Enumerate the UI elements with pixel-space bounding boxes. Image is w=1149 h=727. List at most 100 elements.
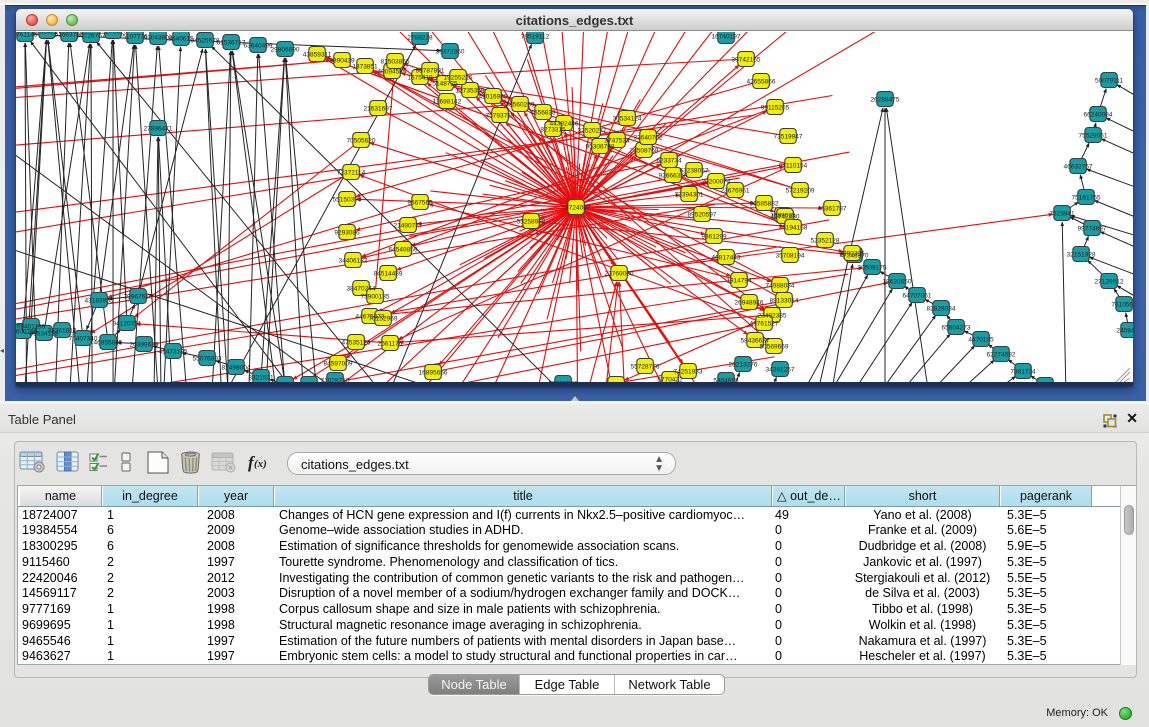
svg-text:27129912: 27129912 [1095, 279, 1124, 286]
svg-text:71028710: 71028710 [321, 378, 350, 382]
svg-text:75181765: 75181765 [1072, 195, 1101, 202]
svg-text:92666356: 92666356 [659, 173, 688, 180]
svg-text:5148725: 5148725 [432, 81, 458, 88]
svg-text:74988034: 74988034 [766, 283, 795, 290]
svg-text:41473195: 41473195 [159, 349, 188, 356]
svg-text:65804273: 65804273 [942, 325, 971, 332]
svg-text:70152969: 70152969 [369, 316, 398, 323]
svg-text:1675419: 1675419 [407, 75, 433, 82]
svg-text:95306788: 95306788 [586, 144, 615, 151]
svg-text:89520597: 89520597 [688, 212, 717, 219]
svg-text:42016960: 42016960 [479, 94, 508, 101]
svg-text:53258988: 53258988 [517, 219, 546, 226]
svg-text:9667566: 9667566 [407, 200, 433, 207]
svg-text:46361787: 46361787 [818, 206, 847, 213]
svg-text:99774697: 99774697 [1078, 226, 1107, 233]
svg-text:39372360: 39372360 [436, 49, 465, 56]
svg-text:30509175: 30509175 [858, 265, 887, 272]
svg-text:33640702: 33640702 [634, 135, 663, 142]
svg-text:(x): (x) [254, 458, 267, 470]
svg-text:52352128: 52352128 [811, 238, 840, 245]
svg-text:39742165: 39742165 [732, 57, 761, 64]
svg-text:79519112: 79519112 [521, 34, 550, 41]
svg-text:99115205: 99115205 [761, 105, 790, 112]
svg-text:27896471: 27896471 [144, 126, 173, 133]
svg-text:11698142: 11698142 [433, 99, 462, 106]
svg-text:32151928: 32151928 [1067, 252, 1096, 259]
svg-text:38470244: 38470244 [347, 286, 376, 293]
svg-text:19255216: 19255216 [444, 75, 473, 82]
svg-text:57219209: 57219209 [786, 188, 815, 195]
svg-text:2561176: 2561176 [378, 341, 403, 348]
svg-text:46632757: 46632757 [1064, 164, 1093, 171]
svg-text:9990305: 9990305 [839, 251, 865, 258]
svg-text:34391257: 34391257 [766, 367, 795, 374]
svg-text:98787891: 98787891 [416, 68, 445, 75]
svg-text:4470105: 4470105 [968, 337, 994, 344]
svg-text:46855845: 46855845 [94, 340, 123, 347]
svg-text:23769080: 23769080 [605, 271, 634, 278]
svg-text:7523941: 7523941 [1049, 211, 1075, 218]
svg-text:35708194: 35708194 [776, 253, 805, 260]
svg-text:8273315: 8273315 [540, 127, 566, 134]
svg-text:7381734: 7381734 [1010, 369, 1036, 376]
svg-text:5364698: 5364698 [713, 378, 739, 382]
svg-text:49761527: 49761527 [750, 321, 779, 328]
svg-text:43859311: 43859311 [303, 52, 332, 59]
svg-text:23492385: 23492385 [758, 313, 787, 320]
svg-text:73900135: 73900135 [361, 294, 390, 301]
svg-text:32520277: 32520277 [578, 128, 607, 135]
svg-text:5770422: 5770422 [657, 377, 683, 382]
svg-text:26948946: 26948946 [735, 300, 764, 307]
svg-text:50569669: 50569669 [760, 344, 789, 351]
svg-text:66240084: 66240084 [1084, 112, 1113, 119]
svg-text:43183955: 43183955 [85, 298, 114, 305]
svg-text:29806690: 29806690 [271, 47, 300, 54]
svg-text:43742830: 43742830 [771, 214, 800, 221]
svg-text:84514489: 84514489 [374, 271, 403, 278]
svg-text:2408404: 2408404 [1116, 328, 1133, 335]
svg-text:67110154: 67110154 [779, 163, 808, 170]
svg-text:42655866: 42655866 [747, 79, 776, 86]
svg-text:30534124: 30534124 [613, 116, 642, 123]
svg-text:3321531: 3321531 [248, 375, 274, 382]
svg-text:72372114: 72372114 [337, 170, 366, 177]
svg-text:64707061: 64707061 [903, 293, 932, 300]
svg-text:24508768: 24508768 [630, 148, 659, 155]
svg-text:9961299: 9961299 [701, 234, 727, 241]
svg-text:72394301: 72394301 [675, 192, 704, 199]
svg-text:20399639: 20399639 [130, 342, 159, 349]
svg-text:40094589: 40094589 [378, 69, 407, 76]
svg-text:61536717: 61536717 [217, 40, 246, 47]
svg-text:64549859: 64549859 [389, 247, 418, 254]
svg-text:79967676: 79967676 [124, 294, 153, 301]
svg-text:26194158: 26194158 [779, 225, 808, 232]
svg-text:26288475: 26288475 [871, 97, 900, 104]
svg-text:69401199: 69401199 [17, 324, 46, 331]
svg-text:8890439: 8890439 [329, 58, 355, 65]
svg-text:16895666: 16895666 [419, 370, 448, 377]
svg-text:82828034: 82828034 [927, 306, 956, 313]
svg-text:81503856: 81503856 [381, 59, 410, 66]
svg-text:16740197: 16740197 [712, 34, 741, 41]
svg-text:18724007: 18724007 [562, 205, 591, 212]
svg-text:94525678: 94525678 [191, 38, 220, 45]
svg-text:55076693: 55076693 [193, 356, 222, 363]
svg-text:50079111: 50079111 [1095, 78, 1123, 85]
svg-text:62274692: 62274692 [987, 352, 1016, 359]
svg-text:73560289: 73560289 [506, 102, 535, 109]
svg-text:74251933: 74251933 [674, 369, 703, 376]
svg-text:34406132: 34406132 [339, 258, 368, 265]
svg-text:1873851: 1873851 [352, 64, 378, 71]
svg-text:94120751: 94120751 [113, 321, 142, 328]
svg-text:46817443: 46817443 [712, 255, 741, 262]
svg-text:89133014: 89133014 [770, 298, 799, 305]
svg-text:4656838: 4656838 [530, 110, 556, 117]
svg-text:21490777: 21490777 [394, 223, 423, 230]
svg-text:47535126: 47535126 [342, 340, 371, 347]
svg-text:73519947: 73519947 [774, 134, 803, 141]
svg-text:20200074: 20200074 [702, 179, 731, 186]
svg-text:55728776: 55728776 [631, 364, 660, 371]
svg-text:2788238: 2788238 [407, 35, 433, 42]
svg-text:1914794: 1914794 [726, 278, 752, 285]
